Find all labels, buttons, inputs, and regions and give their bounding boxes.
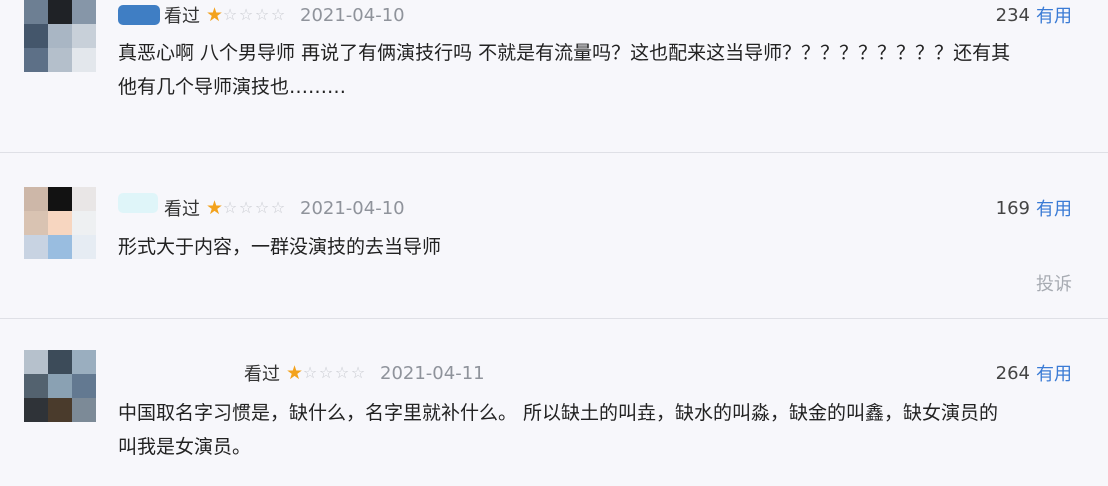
star-filled-icon: ★ <box>206 3 224 26</box>
divider <box>0 318 1108 319</box>
useful-button[interactable]: 有用 <box>1036 2 1072 28</box>
comment-text-line: 叫我是女演员。 <box>118 436 252 458</box>
comment-text: 真恶心啊 八个男导师 再说了有俩演技行吗 不就是有流量吗？这也配来这当导师？？？… <box>118 36 1010 104</box>
star-filled-icon: ★ <box>206 196 224 219</box>
star-empty-icon: ☆ <box>254 198 270 217</box>
watch-status: 看过 <box>244 364 280 385</box>
username-blurred[interactable] <box>118 5 160 25</box>
comment-meta: 看过 ★ ☆ ☆ ☆ ☆ 2021-04-10 <box>164 195 405 221</box>
comment-text: 形式大于内容，一群没演技的去当导师 <box>118 230 441 264</box>
star-empty-icon: ☆ <box>318 363 334 382</box>
useful-button[interactable]: 有用 <box>1036 195 1072 221</box>
comment-text-line: 他有几个导师演技也……… <box>118 76 347 98</box>
vote-count: 169 <box>995 197 1030 219</box>
comment-text: 中国取名字习惯是，缺什么，名字里就补什么。 所以缺土的叫垚，缺水的叫淼，缺金的叫… <box>118 396 998 464</box>
star-empty-icon: ☆ <box>270 5 286 24</box>
star-empty-icon: ☆ <box>334 363 350 382</box>
comment-meta: 看过 ★ ☆ ☆ ☆ ☆ 2021-04-10 <box>164 2 405 28</box>
star-empty-icon: ☆ <box>238 5 254 24</box>
star-empty-icon: ☆ <box>222 5 238 24</box>
star-empty-icon: ☆ <box>350 363 366 382</box>
star-empty-icon: ☆ <box>222 198 238 217</box>
vote-count: 234 <box>995 4 1030 26</box>
rating-stars: ★ ☆ ☆ ☆ ☆ <box>206 196 286 219</box>
vote-area: 264 有用 <box>996 360 1072 386</box>
comment-text-line: 形式大于内容，一群没演技的去当导师 <box>118 236 442 258</box>
divider <box>0 152 1108 153</box>
avatar[interactable] <box>24 0 96 72</box>
comment-text-line: 真恶心啊 八个男导师 再说了有俩演技行吗 不就是有流量吗？这也配来这当导师？？？… <box>118 42 1011 64</box>
star-empty-icon: ☆ <box>238 198 254 217</box>
comment-date: 2021-04-10 <box>300 197 405 219</box>
watch-status: 看过 <box>164 6 200 27</box>
username-blurred[interactable] <box>118 193 158 213</box>
star-filled-icon: ★ <box>286 361 304 384</box>
star-empty-icon: ☆ <box>302 363 318 382</box>
rating-stars: ★ ☆ ☆ ☆ ☆ <box>286 361 366 384</box>
vote-area: 234 有用 <box>996 2 1072 28</box>
star-empty-icon: ☆ <box>270 198 286 217</box>
rating-stars: ★ ☆ ☆ ☆ ☆ <box>206 3 286 26</box>
avatar[interactable] <box>24 187 96 259</box>
vote-count: 264 <box>995 362 1030 384</box>
watch-status: 看过 <box>164 199 200 220</box>
report-button[interactable]: 投诉 <box>1036 270 1072 296</box>
star-empty-icon: ☆ <box>254 5 270 24</box>
comment-meta: 看过 ★ ☆ ☆ ☆ ☆ 2021-04-11 <box>244 360 485 386</box>
comment-date: 2021-04-10 <box>300 4 405 26</box>
vote-area: 169 有用 <box>996 195 1072 221</box>
comment-list: 看过 ★ ☆ ☆ ☆ ☆ 2021-04-10 234 有用 真恶心啊 八个男导… <box>0 0 1108 486</box>
comment-date: 2021-04-11 <box>380 362 485 384</box>
avatar[interactable] <box>24 350 96 422</box>
useful-button[interactable]: 有用 <box>1036 360 1072 386</box>
comment-text-line: 中国取名字习惯是，缺什么，名字里就补什么。 所以缺土的叫垚，缺水的叫淼，缺金的叫… <box>118 402 999 424</box>
